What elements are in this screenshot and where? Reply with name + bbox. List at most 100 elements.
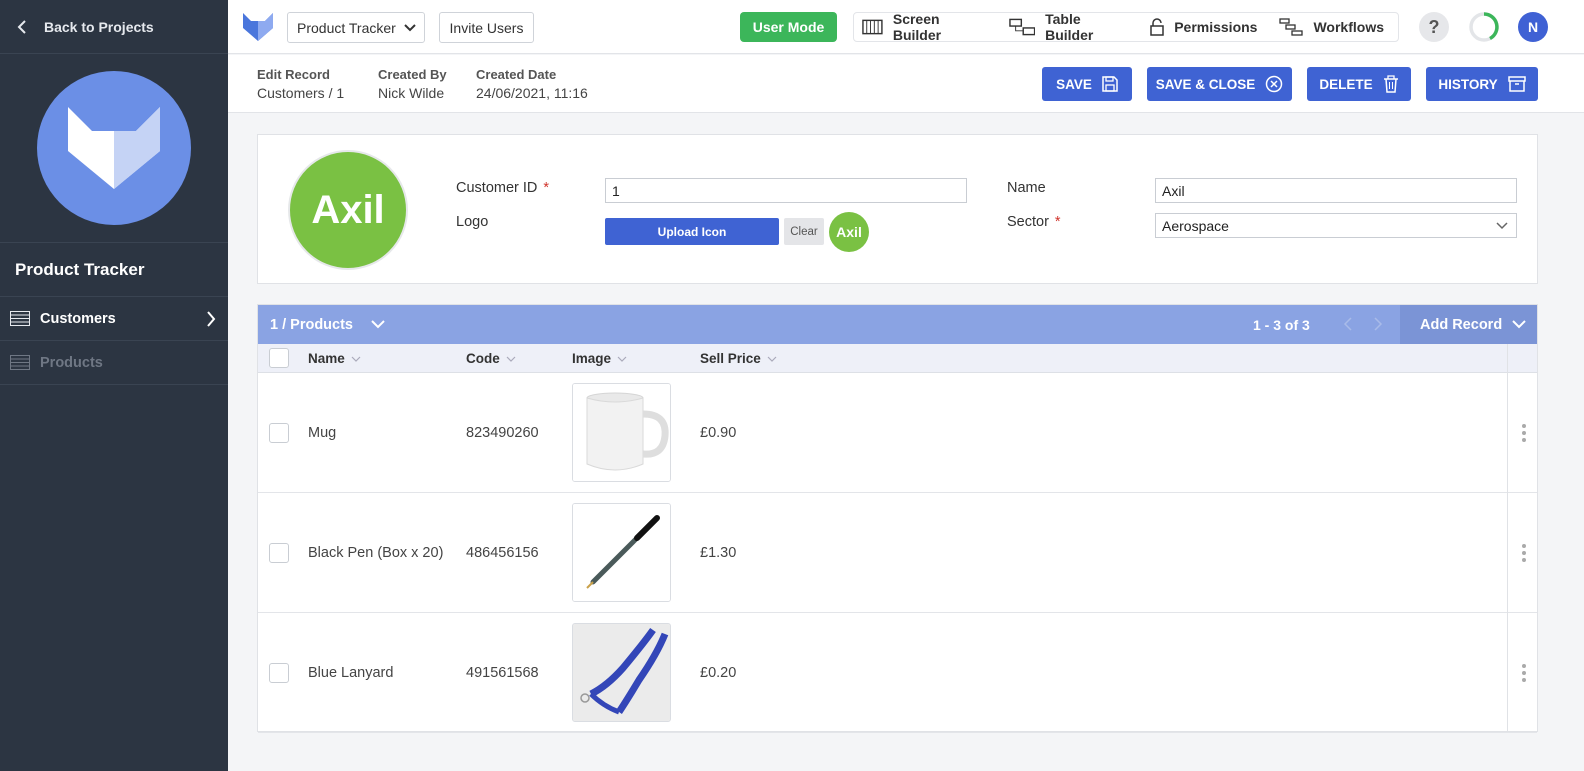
- screen-builder-button[interactable]: Screen Builder: [862, 11, 987, 43]
- row-checkbox[interactable]: [269, 543, 289, 563]
- column-header-image[interactable]: Image: [572, 351, 627, 366]
- customer-id-label-text: Customer ID: [456, 180, 538, 196]
- product-code: 486456156: [466, 545, 539, 561]
- back-to-projects-link[interactable]: Back to Projects: [0, 0, 228, 54]
- products-table-header: 1 / Products 1 - 3 of 3 Add Record: [258, 305, 1537, 344]
- product-price: £0.90: [700, 425, 737, 441]
- row-menu-icon[interactable]: [1521, 423, 1527, 443]
- mug-image[interactable]: [572, 383, 671, 482]
- column-headers: Name Code Image Sell Price: [258, 344, 1537, 373]
- lanyard-image[interactable]: [572, 623, 671, 722]
- sidebar: Back to Projects Product Tracker Custome…: [0, 0, 228, 771]
- builder-label: Permissions: [1174, 19, 1258, 35]
- sort-chevron-icon: [506, 356, 516, 362]
- prev-page-icon[interactable]: [1343, 317, 1353, 331]
- permissions-button[interactable]: Permissions: [1150, 18, 1257, 36]
- chevron-down-icon: [404, 24, 416, 32]
- upload-icon-button[interactable]: Upload Icon: [605, 218, 779, 245]
- name-label: Name: [1007, 180, 1046, 196]
- workflows-button[interactable]: Workflows: [1279, 18, 1384, 36]
- column-label: Image: [572, 351, 612, 366]
- next-page-icon[interactable]: [1373, 317, 1383, 331]
- sidebar-item-label: Customers: [40, 310, 116, 327]
- sort-chevron-icon: [767, 356, 777, 362]
- record-header: Edit Record Customers / 1 Created By Nic…: [228, 55, 1584, 113]
- customer-id-label: Customer ID *: [456, 180, 549, 196]
- chevron-left-icon: [17, 19, 26, 34]
- builder-label: Screen Builder: [892, 11, 942, 43]
- column-header-name[interactable]: Name: [308, 351, 361, 366]
- archive-icon: [1507, 76, 1526, 92]
- chevron-down-icon: [1496, 222, 1508, 230]
- project-name: Product Tracker: [0, 243, 228, 297]
- name-field[interactable]: Axil: [1155, 178, 1517, 203]
- product-name: Black Pen (Box x 20): [308, 545, 444, 561]
- sector-label-text: Sector: [1007, 214, 1049, 230]
- builder-toolbar: Screen Builder Table Builder Permissions…: [853, 11, 1399, 43]
- table-builder-button[interactable]: Table Builder: [1008, 11, 1129, 43]
- column-label: Code: [466, 351, 500, 366]
- sort-chevron-icon: [617, 356, 627, 362]
- sector-select[interactable]: Aerospace: [1155, 213, 1517, 238]
- clear-button[interactable]: Clear: [784, 218, 824, 245]
- row-menu-icon[interactable]: [1521, 543, 1527, 563]
- pen-icon: [573, 504, 670, 601]
- chevron-down-icon: [371, 320, 385, 329]
- save-button[interactable]: SAVE: [1042, 67, 1132, 101]
- workflow-icon: [1279, 18, 1304, 36]
- invite-users-button[interactable]: Invite Users: [439, 12, 534, 43]
- customer-logo: Axil: [288, 150, 408, 270]
- floppy-disk-icon: [1102, 76, 1118, 92]
- sidebar-item-label: Products: [40, 354, 103, 371]
- select-all-checkbox[interactable]: [269, 348, 289, 368]
- pen-image[interactable]: [572, 503, 671, 602]
- user-mode-button[interactable]: User Mode: [740, 12, 837, 42]
- column-header-code[interactable]: Code: [466, 351, 516, 366]
- product-name: Blue Lanyard: [308, 665, 394, 681]
- logo-label: Logo: [456, 214, 489, 230]
- mug-icon: [573, 384, 670, 481]
- column-header-sell-price[interactable]: Sell Price: [700, 351, 777, 366]
- add-record-button[interactable]: Add Record: [1400, 305, 1537, 344]
- avatar[interactable]: N: [1518, 12, 1548, 42]
- row-menu-icon[interactable]: [1521, 663, 1527, 683]
- close-circle-icon: [1266, 75, 1283, 93]
- edit-record-meta: Edit Record Customers / 1: [257, 67, 344, 101]
- created-by-value: Nick Wilde: [378, 85, 445, 101]
- table-builder-icon: [1008, 18, 1035, 36]
- add-record-label: Add Record: [1420, 316, 1503, 333]
- sort-chevron-icon: [351, 356, 361, 362]
- created-by-label: Created By: [378, 67, 447, 82]
- trash-icon: [1383, 75, 1398, 93]
- customer-form: Axil Customer ID * 1 Logo Upload Icon Cle…: [257, 134, 1538, 284]
- row-checkbox[interactable]: [269, 663, 289, 683]
- save-and-close-button[interactable]: SAVE & CLOSE: [1147, 67, 1292, 101]
- help-button[interactable]: ?: [1419, 12, 1449, 42]
- logo-preview: Axil: [829, 212, 869, 252]
- project-logo-area: [0, 54, 228, 243]
- project-select[interactable]: Product Tracker: [287, 12, 425, 43]
- delete-button[interactable]: DELETE: [1307, 67, 1411, 101]
- created-by-meta: Created By Nick Wilde: [378, 67, 447, 101]
- screen-builder-icon: [862, 19, 883, 35]
- column-label: Name: [308, 351, 345, 366]
- column-label: Sell Price: [700, 351, 761, 366]
- products-table-title[interactable]: 1 / Products: [270, 317, 385, 333]
- table-row[interactable]: Mug 823490260 £0.90: [258, 373, 1537, 493]
- history-button[interactable]: HISTORY: [1426, 67, 1538, 101]
- table-row[interactable]: Black Pen (Box x 20) 486456156 £1.30: [258, 493, 1537, 613]
- edit-record-value: Customers / 1: [257, 85, 345, 101]
- app-logo-icon[interactable]: [242, 12, 274, 42]
- lanyard-icon: [573, 624, 670, 721]
- table-row[interactable]: Blue Lanyard 491561568 £0.20: [258, 613, 1537, 733]
- pagination-text: 1 - 3 of 3: [1253, 317, 1310, 333]
- app-logo-icon: [68, 107, 160, 189]
- customer-id-field[interactable]: 1: [605, 178, 967, 203]
- sidebar-item-customers[interactable]: Customers: [0, 297, 228, 341]
- sidebar-item-products[interactable]: Products: [0, 341, 228, 385]
- products-table: 1 / Products 1 - 3 of 3 Add Record Name …: [257, 304, 1538, 733]
- row-checkbox[interactable]: [269, 423, 289, 443]
- chevron-right-icon: [207, 310, 216, 327]
- history-label: HISTORY: [1438, 76, 1498, 92]
- project-select-value: Product Tracker: [297, 19, 396, 36]
